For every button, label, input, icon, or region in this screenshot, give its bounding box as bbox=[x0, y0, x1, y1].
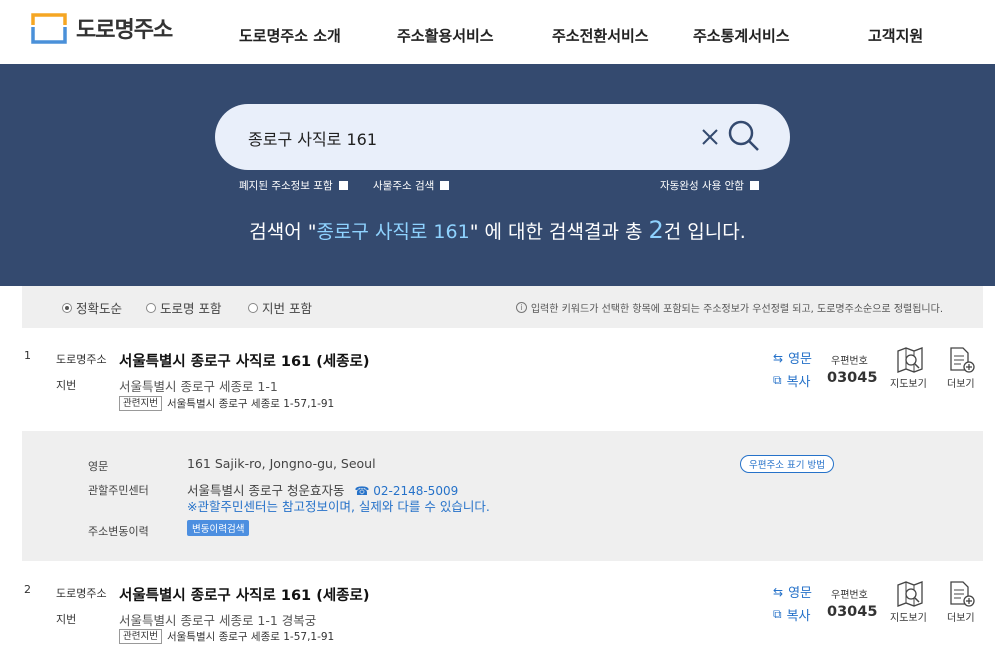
nav-utilization[interactable]: 주소활용서비스 bbox=[397, 25, 494, 46]
more-button-label[interactable]: 더보기 bbox=[947, 375, 975, 390]
swap-icon: ⇆ bbox=[773, 350, 784, 365]
related-tag: 관련지번 bbox=[119, 629, 162, 644]
summary-suffix: 건 입니다. bbox=[663, 221, 746, 243]
sort-road[interactable]: 도로명 포함 bbox=[146, 298, 221, 317]
result-number: 1 bbox=[24, 349, 31, 362]
option-autocomplete[interactable]: 자동완성 사용 안함 bbox=[660, 178, 759, 193]
clear-icon[interactable] bbox=[697, 124, 723, 150]
postal-code: 03045 bbox=[827, 370, 878, 386]
logo-text: 도로명주소 bbox=[76, 18, 173, 43]
jibun-label: 지번 bbox=[56, 613, 77, 626]
jibun-address: 서울특별시 종로구 세종로 1-1 bbox=[119, 379, 278, 394]
history-search-button[interactable]: 변동이력검색 bbox=[187, 520, 250, 536]
related-tag: 관련지번 bbox=[119, 396, 162, 411]
result-number: 2 bbox=[24, 583, 31, 596]
nav-statistics[interactable]: 주소통계서비스 bbox=[693, 25, 790, 46]
english-address: 161 Sajik-ro, Jongno-gu, Seoul bbox=[187, 456, 376, 471]
site-logo[interactable]: 도로명주소 bbox=[30, 11, 173, 45]
related-jibun: 관련지번 서울특별시 종로구 세종로 1-57,1-91 bbox=[119, 396, 334, 411]
search-input[interactable]: 종로구 사직로 161 bbox=[248, 126, 377, 150]
summary-prefix: 검색어 " bbox=[249, 221, 317, 243]
sort-accuracy-radio[interactable] bbox=[62, 302, 72, 313]
sort-accuracy[interactable]: 정확도순 bbox=[62, 298, 122, 317]
result-item: 2 도로명주소 서울특별시 종로구 사직로 161 (세종로) 지번 서울특별시… bbox=[22, 574, 983, 651]
option-abolished-label: 폐지된 주소정보 포함 bbox=[239, 180, 333, 192]
english-button[interactable]: ⇆ 영문 bbox=[773, 582, 812, 602]
english-button[interactable]: ⇆ 영문 bbox=[773, 348, 812, 368]
copy-button[interactable]: ⧉ 복사 bbox=[773, 371, 811, 390]
more-doc-icon[interactable] bbox=[947, 346, 979, 374]
history-label: 주소변동이력 bbox=[88, 525, 149, 538]
info-icon: i bbox=[515, 302, 527, 313]
top-header: 도로명주소 도로명주소 소개 주소활용서비스 주소전환서비스 주소통계서비스 고… bbox=[0, 0, 995, 64]
copy-button-label: 복사 bbox=[786, 375, 811, 390]
postal-code: 03045 bbox=[827, 604, 878, 620]
jibun-address: 서울특별시 종로구 세종로 1-1 경복궁 bbox=[119, 613, 317, 628]
search-hero: 종로구 사직로 161 폐지된 주소정보 포함 사물주소 검색 자동완성 사용 … bbox=[0, 64, 995, 286]
option-object-checkbox[interactable] bbox=[440, 181, 450, 190]
more-button-label[interactable]: 더보기 bbox=[947, 609, 975, 624]
sort-accuracy-label: 정확도순 bbox=[76, 301, 123, 316]
road-label: 도로명주소 bbox=[56, 353, 107, 366]
result-item: 1 도로명주소 서울특별시 종로구 사직로 161 (세종로) 지번 서울특별시… bbox=[22, 340, 983, 430]
nav-conversion[interactable]: 주소전환서비스 bbox=[552, 25, 649, 46]
option-abolished[interactable]: 폐지된 주소정보 포함 bbox=[239, 178, 348, 193]
option-abolished-checkbox[interactable] bbox=[338, 181, 348, 190]
postal-label: 우편번호 bbox=[831, 356, 868, 367]
postal-label: 우편번호 bbox=[831, 590, 868, 601]
copy-icon: ⧉ bbox=[773, 607, 782, 621]
related-value: 서울특별시 종로구 세종로 1-57,1-91 bbox=[166, 631, 335, 643]
english-button-label: 영문 bbox=[788, 352, 812, 367]
search-box[interactable]: 종로구 사직로 161 bbox=[215, 104, 790, 170]
english-label: 영문 bbox=[88, 460, 109, 473]
option-autocomplete-checkbox[interactable] bbox=[749, 181, 759, 190]
map-button-label[interactable]: 지도보기 bbox=[890, 609, 927, 624]
related-value: 서울특별시 종로구 세종로 1-57,1-91 bbox=[166, 398, 335, 410]
road-address: 서울특별시 종로구 사직로 161 (세종로) bbox=[119, 354, 370, 370]
sort-jibun-label: 지번 포함 bbox=[262, 301, 312, 316]
option-autocomplete-label: 자동완성 사용 안함 bbox=[660, 180, 744, 192]
sort-info-text: 입력한 키워드가 선택한 항목에 포함되는 주소정보가 우선정렬 되고, 도로명… bbox=[530, 304, 943, 315]
english-button-label: 영문 bbox=[788, 586, 812, 601]
sort-road-radio[interactable] bbox=[146, 302, 156, 313]
search-icon[interactable] bbox=[727, 119, 761, 153]
sort-jibun[interactable]: 지번 포함 bbox=[248, 298, 312, 317]
road-address: 서울특별시 종로구 사직로 161 (세종로) bbox=[119, 588, 370, 604]
map-button-label[interactable]: 지도보기 bbox=[890, 375, 927, 390]
home-logo-icon bbox=[31, 13, 67, 44]
summary-count: 2 bbox=[648, 216, 664, 244]
option-object[interactable]: 사물주소 검색 bbox=[373, 178, 450, 193]
postal-format-button[interactable]: 우편주소 표기 방법 bbox=[740, 455, 834, 473]
detail-panel: 영문 161 Sajik-ro, Jongno-gu, Seoul 우편주소 표… bbox=[22, 431, 983, 561]
summary-keyword: 종로구 사직로 161 bbox=[316, 221, 470, 243]
nav-intro[interactable]: 도로명주소 소개 bbox=[239, 25, 341, 46]
center-note: ※관할주민센터는 참고정보이며, 실제와 다를 수 있습니다. bbox=[187, 499, 490, 514]
copy-button-label: 복사 bbox=[786, 609, 811, 624]
nav-support[interactable]: 고객지원 bbox=[868, 25, 923, 46]
center-label: 관할주민센터 bbox=[88, 484, 149, 497]
jibun-label: 지번 bbox=[56, 379, 77, 392]
road-label: 도로명주소 bbox=[56, 587, 107, 600]
map-icon[interactable] bbox=[894, 346, 926, 374]
copy-button[interactable]: ⧉ 복사 bbox=[773, 605, 811, 624]
sort-info: i 입력한 키워드가 선택한 항목에 포함되는 주소정보가 우선정렬 되고, 도… bbox=[515, 300, 943, 315]
sort-filter-bar: 정확도순 도로명 포함 지번 포함 i 입력한 키워드가 선택한 항목에 포함되… bbox=[22, 286, 983, 328]
sort-road-label: 도로명 포함 bbox=[160, 301, 222, 316]
result-summary: 검색어 "종로구 사직로 161" 에 대한 검색결과 총 2건 입니다. bbox=[0, 216, 995, 244]
more-doc-icon[interactable] bbox=[947, 580, 979, 608]
map-icon[interactable] bbox=[894, 580, 926, 608]
copy-icon: ⧉ bbox=[773, 373, 782, 387]
related-jibun: 관련지번 서울특별시 종로구 세종로 1-57,1-91 bbox=[119, 629, 334, 644]
sort-jibun-radio[interactable] bbox=[248, 302, 258, 313]
summary-middle: " 에 대한 검색결과 총 bbox=[469, 221, 649, 243]
option-object-label: 사물주소 검색 bbox=[373, 180, 435, 192]
swap-icon: ⇆ bbox=[773, 584, 784, 599]
